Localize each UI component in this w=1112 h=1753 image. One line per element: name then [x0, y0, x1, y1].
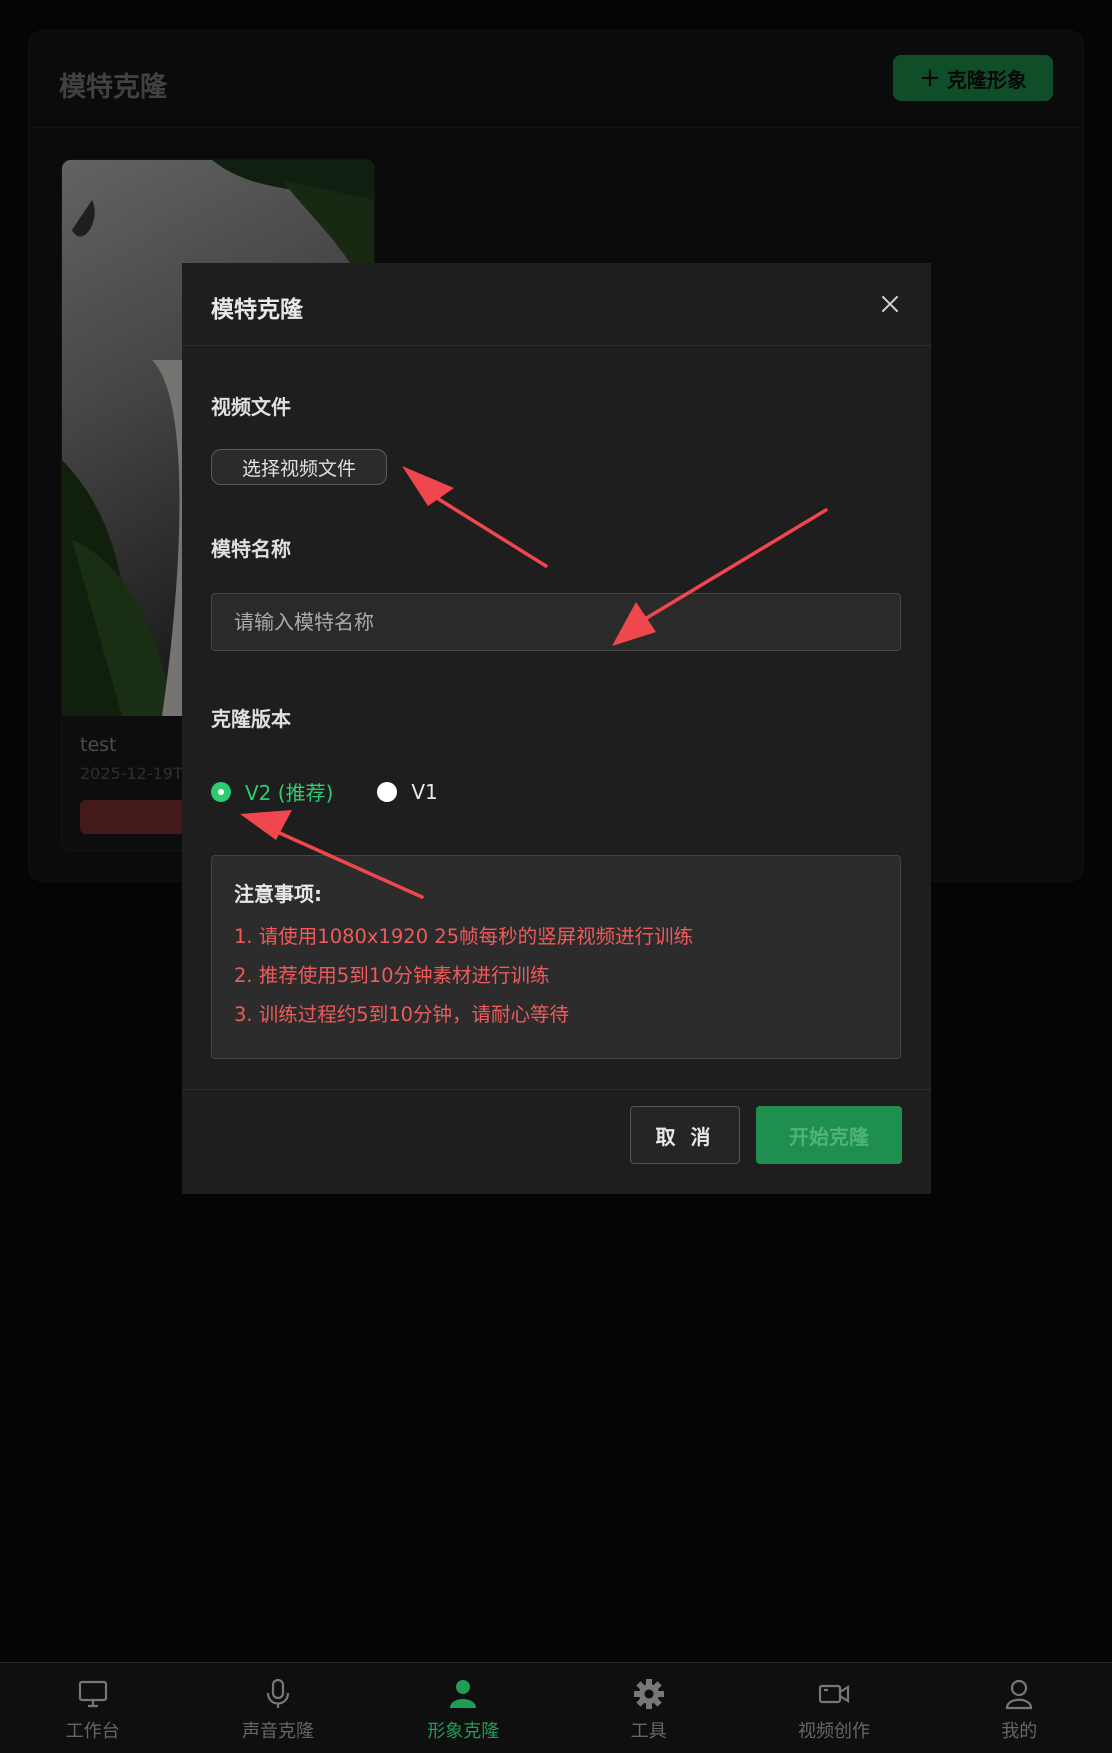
clone-version-label: 克隆版本: [211, 707, 291, 731]
bottom-tab-bar: 工作台 声音克隆 形象克隆 工具 视频创作 我的: [0, 1662, 1112, 1753]
radio-checked-icon: [211, 781, 231, 802]
tab-label: 形象克隆: [427, 1721, 500, 1742]
tab-avatar-clone[interactable]: 形象克隆: [371, 1663, 556, 1753]
tab-label: 我的: [1001, 1721, 1038, 1742]
video-camera-icon: [818, 1684, 850, 1704]
start-clone-button[interactable]: 开始克隆: [756, 1106, 902, 1164]
user-icon: [1006, 1679, 1033, 1710]
close-icon[interactable]: [879, 293, 901, 315]
radio-v1[interactable]: V1: [377, 779, 438, 804]
model-name-label: 模特名称: [211, 537, 291, 561]
tab-workbench[interactable]: 工作台: [0, 1663, 185, 1753]
video-file-label: 视频文件: [211, 395, 291, 419]
clone-modal: 模特克隆 视频文件 选择视频文件 模特名称 克隆版本 V2 (推荐) V1 注意…: [182, 263, 931, 1194]
gear-icon: [633, 1679, 664, 1709]
modal-footer: 取 消 开始克隆: [182, 1089, 931, 1194]
microphone-icon: [266, 1678, 290, 1708]
modal-title: 模特克隆: [211, 297, 303, 323]
notes-title: 注意事项:: [234, 882, 322, 906]
monitor-icon: [78, 1680, 107, 1708]
version-radio-group: V2 (推荐) V1: [211, 777, 482, 806]
tab-label: 视频创作: [797, 1721, 870, 1742]
tab-label: 工作台: [65, 1721, 120, 1742]
tab-voice-clone[interactable]: 声音克隆: [185, 1663, 370, 1753]
person-icon: [450, 1680, 477, 1708]
radio-unchecked-icon: [377, 781, 398, 802]
notes-item: 1. 请使用1080x1920 25帧每秒的竖屏视频进行训练: [234, 925, 694, 948]
tab-label: 工具: [630, 1721, 667, 1742]
tab-label: 声音克隆: [241, 1721, 314, 1742]
tab-mine[interactable]: 我的: [927, 1663, 1112, 1753]
radio-v1-label: V1: [411, 779, 438, 804]
notes-box: 注意事项: 1. 请使用1080x1920 25帧每秒的竖屏视频进行训练 2. …: [211, 855, 901, 1059]
select-video-file-button[interactable]: 选择视频文件: [211, 449, 387, 485]
notes-item: 3. 训练过程约5到10分钟，请耐心等待: [234, 1003, 570, 1026]
modal-header: 模特克隆: [182, 263, 931, 346]
tab-video-creation[interactable]: 视频创作: [741, 1663, 926, 1753]
cancel-button[interactable]: 取 消: [630, 1106, 740, 1164]
radio-v2[interactable]: V2 (推荐): [211, 777, 333, 806]
tab-tools[interactable]: 工具: [556, 1663, 741, 1753]
radio-v2-label: V2 (推荐): [245, 781, 334, 805]
notes-item: 2. 推荐使用5到10分钟素材进行训练: [234, 964, 550, 987]
model-name-input[interactable]: [211, 593, 901, 651]
